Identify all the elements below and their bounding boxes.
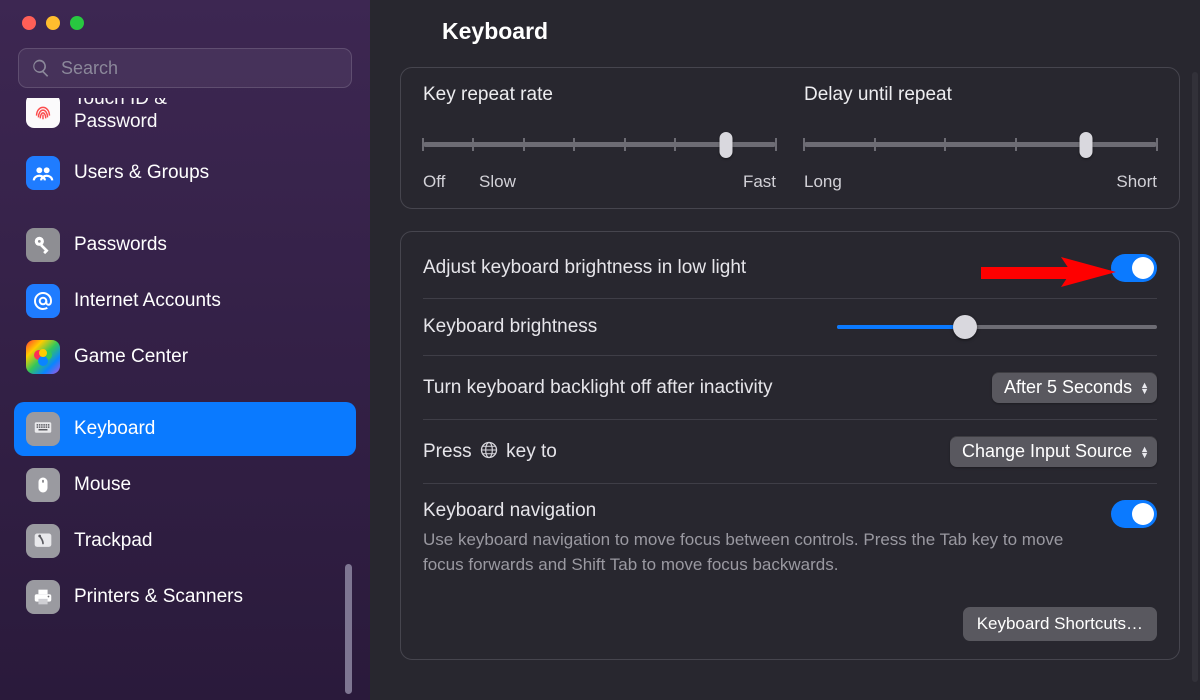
keyboard-navigation-description: Use keyboard navigation to move focus be… bbox=[423, 528, 1087, 577]
sidebar-item-printers[interactable]: Printers & Scanners bbox=[14, 570, 356, 624]
backlight-inactivity-value: After 5 Seconds bbox=[1004, 377, 1132, 398]
key-repeat-min-label: Off bbox=[423, 172, 445, 192]
adjust-brightness-toggle[interactable] bbox=[1111, 254, 1157, 282]
press-globe-value: Change Input Source bbox=[962, 441, 1132, 462]
chevron-updown-icon: ▲▼ bbox=[1140, 446, 1149, 458]
sidebar-item-label: Printers & Scanners bbox=[74, 586, 243, 608]
keyboard-brightness-row: Keyboard brightness bbox=[423, 298, 1157, 355]
window-controls bbox=[14, 14, 356, 48]
key-repeat-title: Key repeat rate bbox=[423, 84, 776, 106]
key-repeat-max-label: Fast bbox=[743, 172, 776, 192]
sidebar-list: Touch ID &Password Users & Groups Password… bbox=[14, 98, 356, 700]
sidebar-item-label: Trackpad bbox=[74, 530, 153, 552]
sidebar-item-mouse[interactable]: Mouse bbox=[14, 458, 356, 512]
press-globe-prefix: Press bbox=[423, 441, 477, 462]
sidebar-item-internet[interactable]: Internet Accounts bbox=[14, 274, 356, 328]
sidebar-item-label: Users & Groups bbox=[74, 162, 209, 184]
globe-icon bbox=[479, 440, 499, 460]
press-globe-select[interactable]: Change Input Source ▲▼ bbox=[950, 436, 1157, 467]
printer-icon bbox=[26, 580, 60, 614]
page-title: Keyboard bbox=[442, 18, 1150, 45]
backlight-inactivity-label: Turn keyboard backlight off after inacti… bbox=[423, 377, 773, 399]
backlight-inactivity-row: Turn keyboard backlight off after inacti… bbox=[423, 355, 1157, 419]
keyboard-brightness-slider[interactable] bbox=[837, 315, 1157, 339]
press-globe-suffix: key to bbox=[506, 441, 557, 462]
zoom-window-button[interactable] bbox=[70, 16, 84, 30]
sidebar-item-label: Keyboard bbox=[74, 418, 155, 440]
key-repeat-mid-label: Slow bbox=[479, 172, 516, 192]
repeat-panel: Key repeat rate Off Slow Fast Delay unti… bbox=[400, 67, 1180, 209]
keyboard-icon bbox=[26, 412, 60, 446]
search-icon bbox=[31, 58, 51, 78]
search-field[interactable] bbox=[18, 48, 352, 88]
brightness-panel: Adjust keyboard brightness in low light … bbox=[400, 231, 1180, 660]
sidebar-item-gamectr[interactable]: Game Center bbox=[14, 330, 356, 384]
key-repeat-slider[interactable] bbox=[423, 130, 776, 166]
trackpad-icon bbox=[26, 524, 60, 558]
delay-column: Delay until repeat Long Short bbox=[804, 84, 1157, 192]
search-input[interactable] bbox=[59, 57, 339, 80]
keyboard-navigation-row: Keyboard navigation Use keyboard navigat… bbox=[423, 483, 1157, 593]
sidebar-item-touchid[interactable]: Touch ID &Password bbox=[14, 98, 356, 144]
sidebar-item-label: Internet Accounts bbox=[74, 290, 221, 312]
delay-max-label: Short bbox=[1116, 172, 1157, 192]
backlight-inactivity-select[interactable]: After 5 Seconds ▲▼ bbox=[992, 372, 1157, 403]
chevron-updown-icon: ▲▼ bbox=[1140, 382, 1149, 394]
gamecenter-icon bbox=[26, 340, 60, 374]
sidebar-item-label: Touch ID &Password bbox=[74, 98, 167, 134]
mouse-icon bbox=[26, 468, 60, 502]
minimize-window-button[interactable] bbox=[46, 16, 60, 30]
key-repeat-column: Key repeat rate Off Slow Fast bbox=[423, 84, 776, 192]
sidebar-item-label: Game Center bbox=[74, 346, 188, 368]
adjust-brightness-row: Adjust keyboard brightness in low light bbox=[423, 238, 1157, 298]
key-icon bbox=[26, 228, 60, 262]
sidebar-item-keyboard[interactable]: Keyboard bbox=[14, 402, 356, 456]
keyboard-navigation-label: Keyboard navigation bbox=[423, 500, 1087, 522]
sidebar-scrollbar[interactable] bbox=[345, 564, 352, 694]
keyboard-navigation-toggle[interactable] bbox=[1111, 500, 1157, 528]
main-content: Keyboard Key repeat rate Off Slow Fast D… bbox=[370, 0, 1200, 700]
press-globe-label: Press key to bbox=[423, 440, 557, 463]
at-icon bbox=[26, 284, 60, 318]
sidebar-item-label: Mouse bbox=[74, 474, 131, 496]
adjust-brightness-label: Adjust keyboard brightness in low light bbox=[423, 257, 746, 279]
shortcuts-button-row: Keyboard Shortcuts… bbox=[423, 593, 1157, 641]
delay-title: Delay until repeat bbox=[804, 84, 1157, 106]
delay-min-label: Long bbox=[804, 172, 842, 192]
press-globe-row: Press key to Change Input Source ▲▼ bbox=[423, 419, 1157, 483]
keyboard-shortcuts-button[interactable]: Keyboard Shortcuts… bbox=[963, 607, 1157, 641]
fingerprint-icon bbox=[26, 98, 60, 128]
delay-slider[interactable] bbox=[804, 130, 1157, 166]
keyboard-brightness-label: Keyboard brightness bbox=[423, 316, 597, 338]
close-window-button[interactable] bbox=[22, 16, 36, 30]
sidebar-item-label: Passwords bbox=[74, 234, 167, 256]
sidebar-item-passwords[interactable]: Passwords bbox=[14, 218, 356, 272]
sidebar-item-trackpad[interactable]: Trackpad bbox=[14, 514, 356, 568]
users-icon bbox=[26, 156, 60, 190]
main-scrollbar[interactable] bbox=[1192, 72, 1198, 682]
sidebar: Touch ID &Password Users & Groups Password… bbox=[0, 0, 370, 700]
sidebar-item-users[interactable]: Users & Groups bbox=[14, 146, 356, 200]
